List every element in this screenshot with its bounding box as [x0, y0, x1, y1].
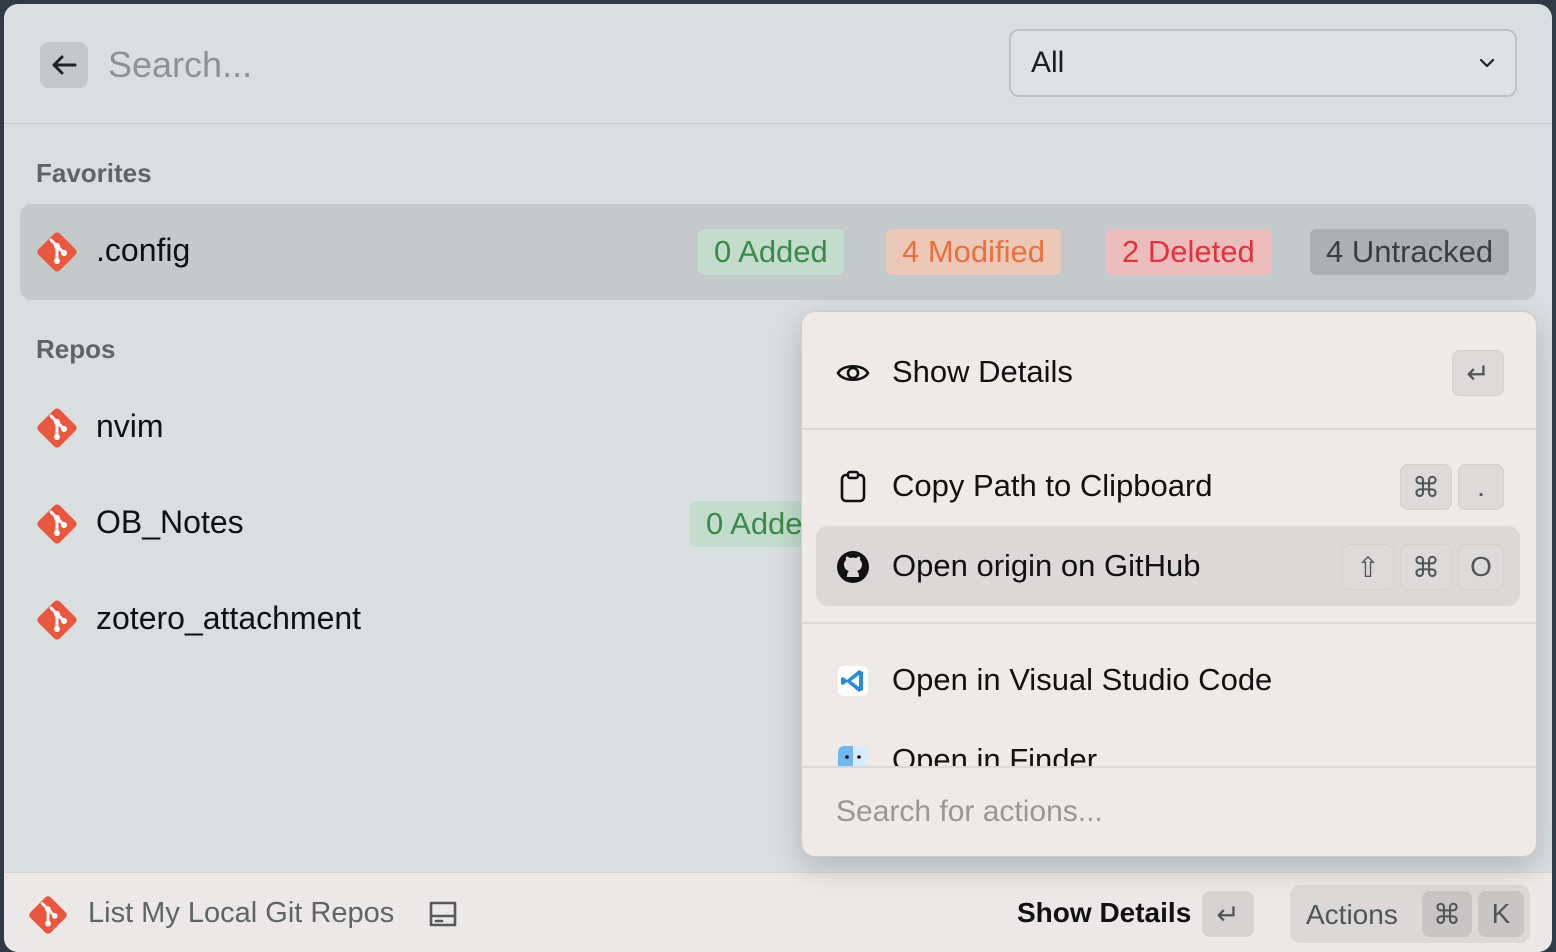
modified-badge: 4 Modified [886, 229, 1062, 275]
eye-icon [836, 364, 870, 382]
back-button[interactable] [40, 42, 88, 88]
search-input[interactable] [108, 40, 968, 90]
git-icon [37, 408, 77, 448]
git-icon [37, 600, 77, 640]
repo-name: OB_Notes [96, 504, 244, 540]
action-label: Open in Finder [892, 742, 1098, 766]
clipboard-icon [840, 470, 866, 503]
github-icon [837, 551, 869, 583]
action-open-github[interactable]: Open origin on GitHub ⇧ ⌘ O [816, 526, 1520, 606]
command-key: ⌘ [1422, 891, 1472, 937]
command-key: ⌘ [1400, 544, 1452, 590]
enter-key: ↵ [1452, 350, 1504, 396]
action-show-details[interactable]: Show Details ↵ [816, 332, 1520, 412]
shift-key: ⇧ [1342, 544, 1394, 590]
action-label: Show Details [892, 354, 1073, 389]
vscode-icon [838, 666, 868, 696]
chevron-down-icon [1479, 58, 1495, 68]
divider [802, 622, 1536, 624]
section-title-repos: Repos [36, 334, 116, 364]
filter-dropdown[interactable]: All [1009, 29, 1517, 97]
period-key: . [1458, 464, 1504, 510]
added-badge: 0 Added [698, 229, 844, 275]
action-label: Open origin on GitHub [892, 548, 1201, 583]
action-open-vscode[interactable]: Open in Visual Studio Code [816, 640, 1520, 720]
extension-window: All Favorites .config 0 Added 4 Modified… [4, 4, 1552, 952]
enter-key: ↵ [1202, 891, 1254, 937]
git-icon [37, 504, 77, 544]
actions-button[interactable]: Actions ⌘ K [1290, 885, 1530, 943]
repo-name: nvim [96, 408, 164, 444]
finder-icon [838, 746, 868, 766]
added-badge: 0 Adde [690, 501, 819, 547]
action-bar: List My Local Git Repos Show Details ↵ A… [4, 872, 1552, 952]
untracked-badge: 4 Untracked [1310, 229, 1510, 275]
git-icon [37, 232, 77, 272]
action-label: Open in Visual Studio Code [892, 662, 1273, 697]
primary-action-label[interactable]: Show Details [1017, 897, 1191, 929]
hard-drive-icon [429, 901, 457, 927]
repo-row-config[interactable]: .config 0 Added 4 Modified 2 Deleted 4 U… [20, 204, 1536, 300]
action-open-finder[interactable]: Open in Finder [816, 720, 1520, 766]
actions-label: Actions [1306, 899, 1398, 930]
extension-title: List My Local Git Repos [88, 897, 395, 929]
action-search-input[interactable] [836, 792, 1496, 832]
k-key: K [1478, 891, 1524, 937]
action-label: Copy Path to Clipboard [892, 468, 1213, 503]
o-key: O [1458, 544, 1504, 590]
filter-selected-value: All [1031, 46, 1065, 79]
arrow-left-icon [52, 55, 77, 75]
action-search-bar [802, 766, 1536, 856]
divider [802, 428, 1536, 430]
action-copy-path[interactable]: Copy Path to Clipboard ⌘ . [816, 446, 1520, 526]
section-title-favorites: Favorites [36, 158, 152, 188]
search-bar: All [4, 4, 1552, 124]
deleted-badge: 2 Deleted [1106, 229, 1271, 275]
git-icon [29, 896, 67, 934]
command-key: ⌘ [1400, 464, 1452, 510]
action-panel: Show Details ↵ Copy Path to Clipboard ⌘ … [801, 311, 1537, 857]
repo-name: zotero_attachment [96, 600, 362, 636]
repo-name: .config [96, 232, 191, 268]
